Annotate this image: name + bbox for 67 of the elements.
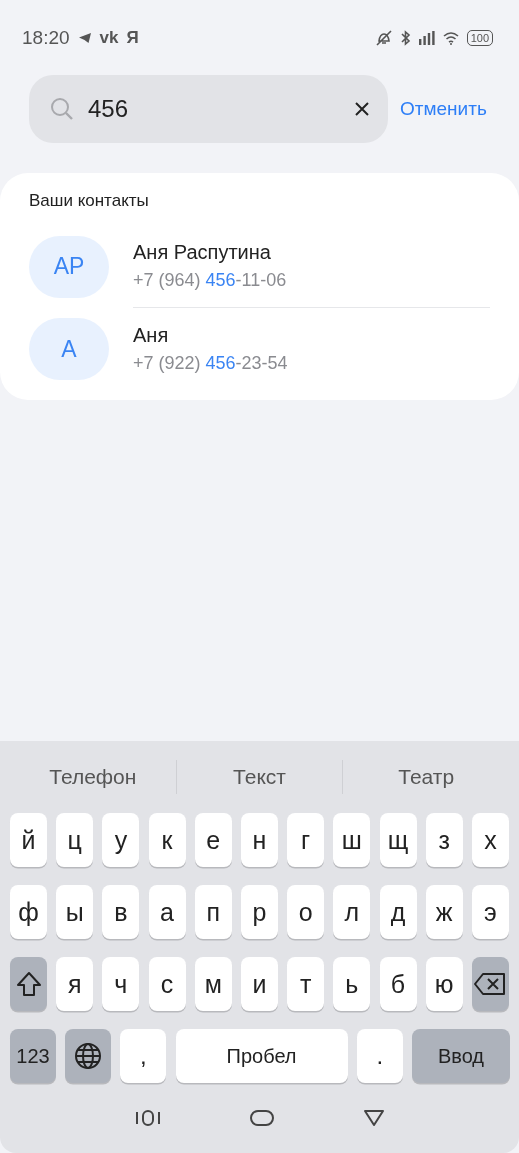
letter-key[interactable]: и xyxy=(240,957,278,1011)
letter-key[interactable]: к xyxy=(148,813,186,867)
punctuation-key[interactable]: . xyxy=(356,1029,403,1083)
letter-key[interactable]: о xyxy=(287,885,325,939)
contact-name[interactable]: Аня Распутина xyxy=(133,241,490,264)
search-input[interactable]: 456 xyxy=(88,95,340,123)
letter-key[interactable]: щ xyxy=(379,813,417,867)
letter-key[interactable]: ь xyxy=(333,957,371,1011)
letter-key[interactable]: м xyxy=(194,957,232,1011)
back-icon[interactable] xyxy=(363,1109,386,1127)
letter-key[interactable]: з xyxy=(425,813,463,867)
letter-key[interactable]: ж xyxy=(425,885,463,939)
recent-apps-icon[interactable] xyxy=(133,1109,162,1127)
letter-key[interactable]: в xyxy=(102,885,140,939)
status-time: 18:20 xyxy=(22,27,70,49)
letter-key[interactable]: р xyxy=(240,885,278,939)
letter-key[interactable]: д xyxy=(379,885,417,939)
letter-key[interactable]: ч xyxy=(102,957,140,1011)
wifi-icon xyxy=(442,31,459,45)
section-title: Ваши контакты xyxy=(29,191,150,211)
search-icon xyxy=(50,97,74,121)
letter-key[interactable]: т xyxy=(287,957,325,1011)
suggestion[interactable]: Телефон xyxy=(10,765,176,789)
backspace-icon xyxy=(473,972,508,996)
notification-mark: vk xyxy=(99,28,119,48)
signal-icon xyxy=(418,31,435,45)
globe-icon xyxy=(74,1042,103,1070)
avatar: АР xyxy=(29,235,109,298)
letter-key[interactable]: у xyxy=(102,813,140,867)
letter-key[interactable]: ю xyxy=(425,957,463,1011)
letter-key[interactable]: ш xyxy=(333,813,371,867)
letter-key[interactable]: л xyxy=(333,885,371,939)
letter-key[interactable]: й xyxy=(10,813,47,867)
enter-key[interactable]: Ввод xyxy=(411,1029,510,1083)
phone-number: +7 (922) 456-23-54 xyxy=(133,353,289,374)
bluetooth-icon xyxy=(400,30,411,46)
shift-key[interactable] xyxy=(10,957,47,1011)
letter-key[interactable]: ф xyxy=(10,885,47,939)
language-key[interactable] xyxy=(65,1029,112,1083)
letter-key[interactable]: э xyxy=(471,885,509,939)
notification-mark: Я xyxy=(126,28,139,48)
letter-key[interactable]: а xyxy=(148,885,186,939)
letter-key[interactable]: н xyxy=(240,813,278,867)
clear-icon[interactable] xyxy=(354,101,370,117)
contact-name[interactable]: Аня xyxy=(133,324,490,347)
letter-key[interactable]: ц xyxy=(56,813,94,867)
muted-bell-icon xyxy=(374,30,393,46)
letter-key[interactable]: ы xyxy=(56,885,94,939)
numbers-key[interactable]: 123 xyxy=(10,1029,56,1083)
home-icon[interactable] xyxy=(249,1109,276,1127)
letter-key[interactable]: я xyxy=(56,957,94,1011)
search-field[interactable]: 456 xyxy=(29,75,388,143)
letter-key[interactable]: г xyxy=(287,813,325,867)
letter-key[interactable]: е xyxy=(194,813,232,867)
battery-indicator: 100 xyxy=(466,30,493,46)
phone-number: +7 (964) 456-11-06 xyxy=(133,270,288,291)
suggestion[interactable]: Театр xyxy=(343,765,509,789)
letter-key[interactable]: с xyxy=(148,957,186,1011)
shift-arrow-icon xyxy=(14,970,43,998)
letter-key[interactable]: б xyxy=(379,957,417,1011)
punctuation-key[interactable]: , xyxy=(120,1029,167,1083)
letter-key[interactable]: х xyxy=(471,813,509,867)
backspace-key[interactable] xyxy=(471,957,509,1011)
suggestion[interactable]: Текст xyxy=(176,765,343,789)
avatar: А xyxy=(29,318,109,380)
space-key[interactable]: Пробел xyxy=(175,1029,348,1083)
letter-key[interactable]: п xyxy=(194,885,232,939)
